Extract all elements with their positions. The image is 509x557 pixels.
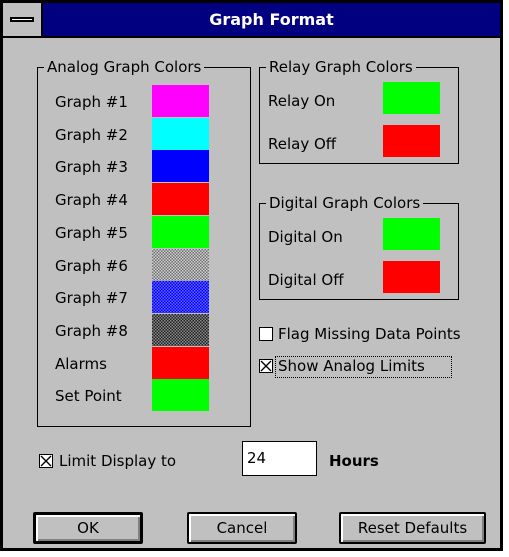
relay-group-title: Relay Graph Colors — [266, 57, 416, 77]
digital-group-title: Digital Graph Colors — [266, 193, 424, 213]
analog-label-3: Graph #3 — [55, 158, 128, 177]
flag-missing-label[interactable]: Flag Missing Data Points — [278, 324, 461, 344]
analog-swatch-2[interactable] — [152, 117, 209, 150]
check-x-icon — [40, 455, 52, 467]
ok-button[interactable]: OK — [33, 512, 143, 544]
analog-label-5: Graph #5 — [55, 223, 128, 242]
analog-group-title: Analog Graph Colors — [44, 57, 205, 77]
analog-label-4: Graph #4 — [55, 191, 128, 210]
digital-off-swatch[interactable] — [383, 261, 440, 293]
analog-label-8: Graph #8 — [55, 321, 128, 340]
check-x-icon — [260, 360, 272, 372]
system-menu-icon — [10, 17, 34, 22]
system-menu-button[interactable] — [3, 3, 43, 36]
reset-defaults-button[interactable]: Reset Defaults — [339, 512, 486, 544]
analog-swatch-7[interactable] — [152, 281, 209, 314]
analog-label-7: Graph #7 — [55, 289, 128, 308]
show-analog-limits-label[interactable]: Show Analog Limits — [278, 356, 425, 376]
analog-swatch-3[interactable] — [152, 150, 209, 183]
reset-defaults-label: Reset Defaults — [357, 519, 468, 537]
analog-swatch-6[interactable] — [152, 248, 209, 281]
show-analog-limits-checkbox[interactable] — [259, 359, 273, 373]
analog-label-10: Set Point — [55, 387, 122, 406]
digital-graph-colors-group: Digital Graph Colors Digital On Digital … — [259, 193, 459, 300]
limit-display-checkbox[interactable] — [39, 454, 53, 468]
analog-label-6: Graph #6 — [55, 256, 128, 275]
relay-off-swatch[interactable] — [383, 125, 440, 157]
analog-label-2: Graph #2 — [55, 125, 128, 144]
cancel-button[interactable]: Cancel — [187, 512, 297, 544]
digital-on-swatch[interactable] — [383, 218, 440, 250]
digital-on-label: Digital On — [268, 228, 343, 246]
analog-swatch-9[interactable] — [152, 346, 209, 379]
analog-swatch-8[interactable] — [152, 313, 209, 346]
title-bar: Graph Format — [3, 3, 500, 38]
relay-graph-colors-group: Relay Graph Colors Relay On Relay Off — [259, 57, 459, 164]
analog-label-1: Graph #1 — [55, 93, 128, 111]
window-title: Graph Format — [209, 10, 334, 29]
hours-label: Hours — [329, 452, 379, 470]
limit-display-label[interactable]: Limit Display to — [59, 451, 176, 471]
relay-on-swatch[interactable] — [383, 82, 440, 114]
graph-format-dialog: Graph Format Analog Graph Colors Graph #… — [0, 0, 503, 551]
hours-input[interactable]: 24 — [242, 441, 317, 476]
analog-swatch-4[interactable] — [152, 183, 209, 216]
analog-swatch-10[interactable] — [152, 379, 209, 412]
analog-swatch-5[interactable] — [152, 215, 209, 248]
analog-label-9: Alarms — [55, 354, 107, 373]
digital-off-label: Digital Off — [268, 271, 344, 289]
analog-swatch-1[interactable] — [152, 85, 209, 117]
flag-missing-checkbox[interactable] — [259, 327, 273, 341]
analog-graph-colors-group: Analog Graph Colors Graph #1 Graph #2 Grap… — [37, 57, 251, 427]
relay-off-label: Relay Off — [268, 135, 337, 153]
relay-on-label: Relay On — [268, 92, 336, 110]
